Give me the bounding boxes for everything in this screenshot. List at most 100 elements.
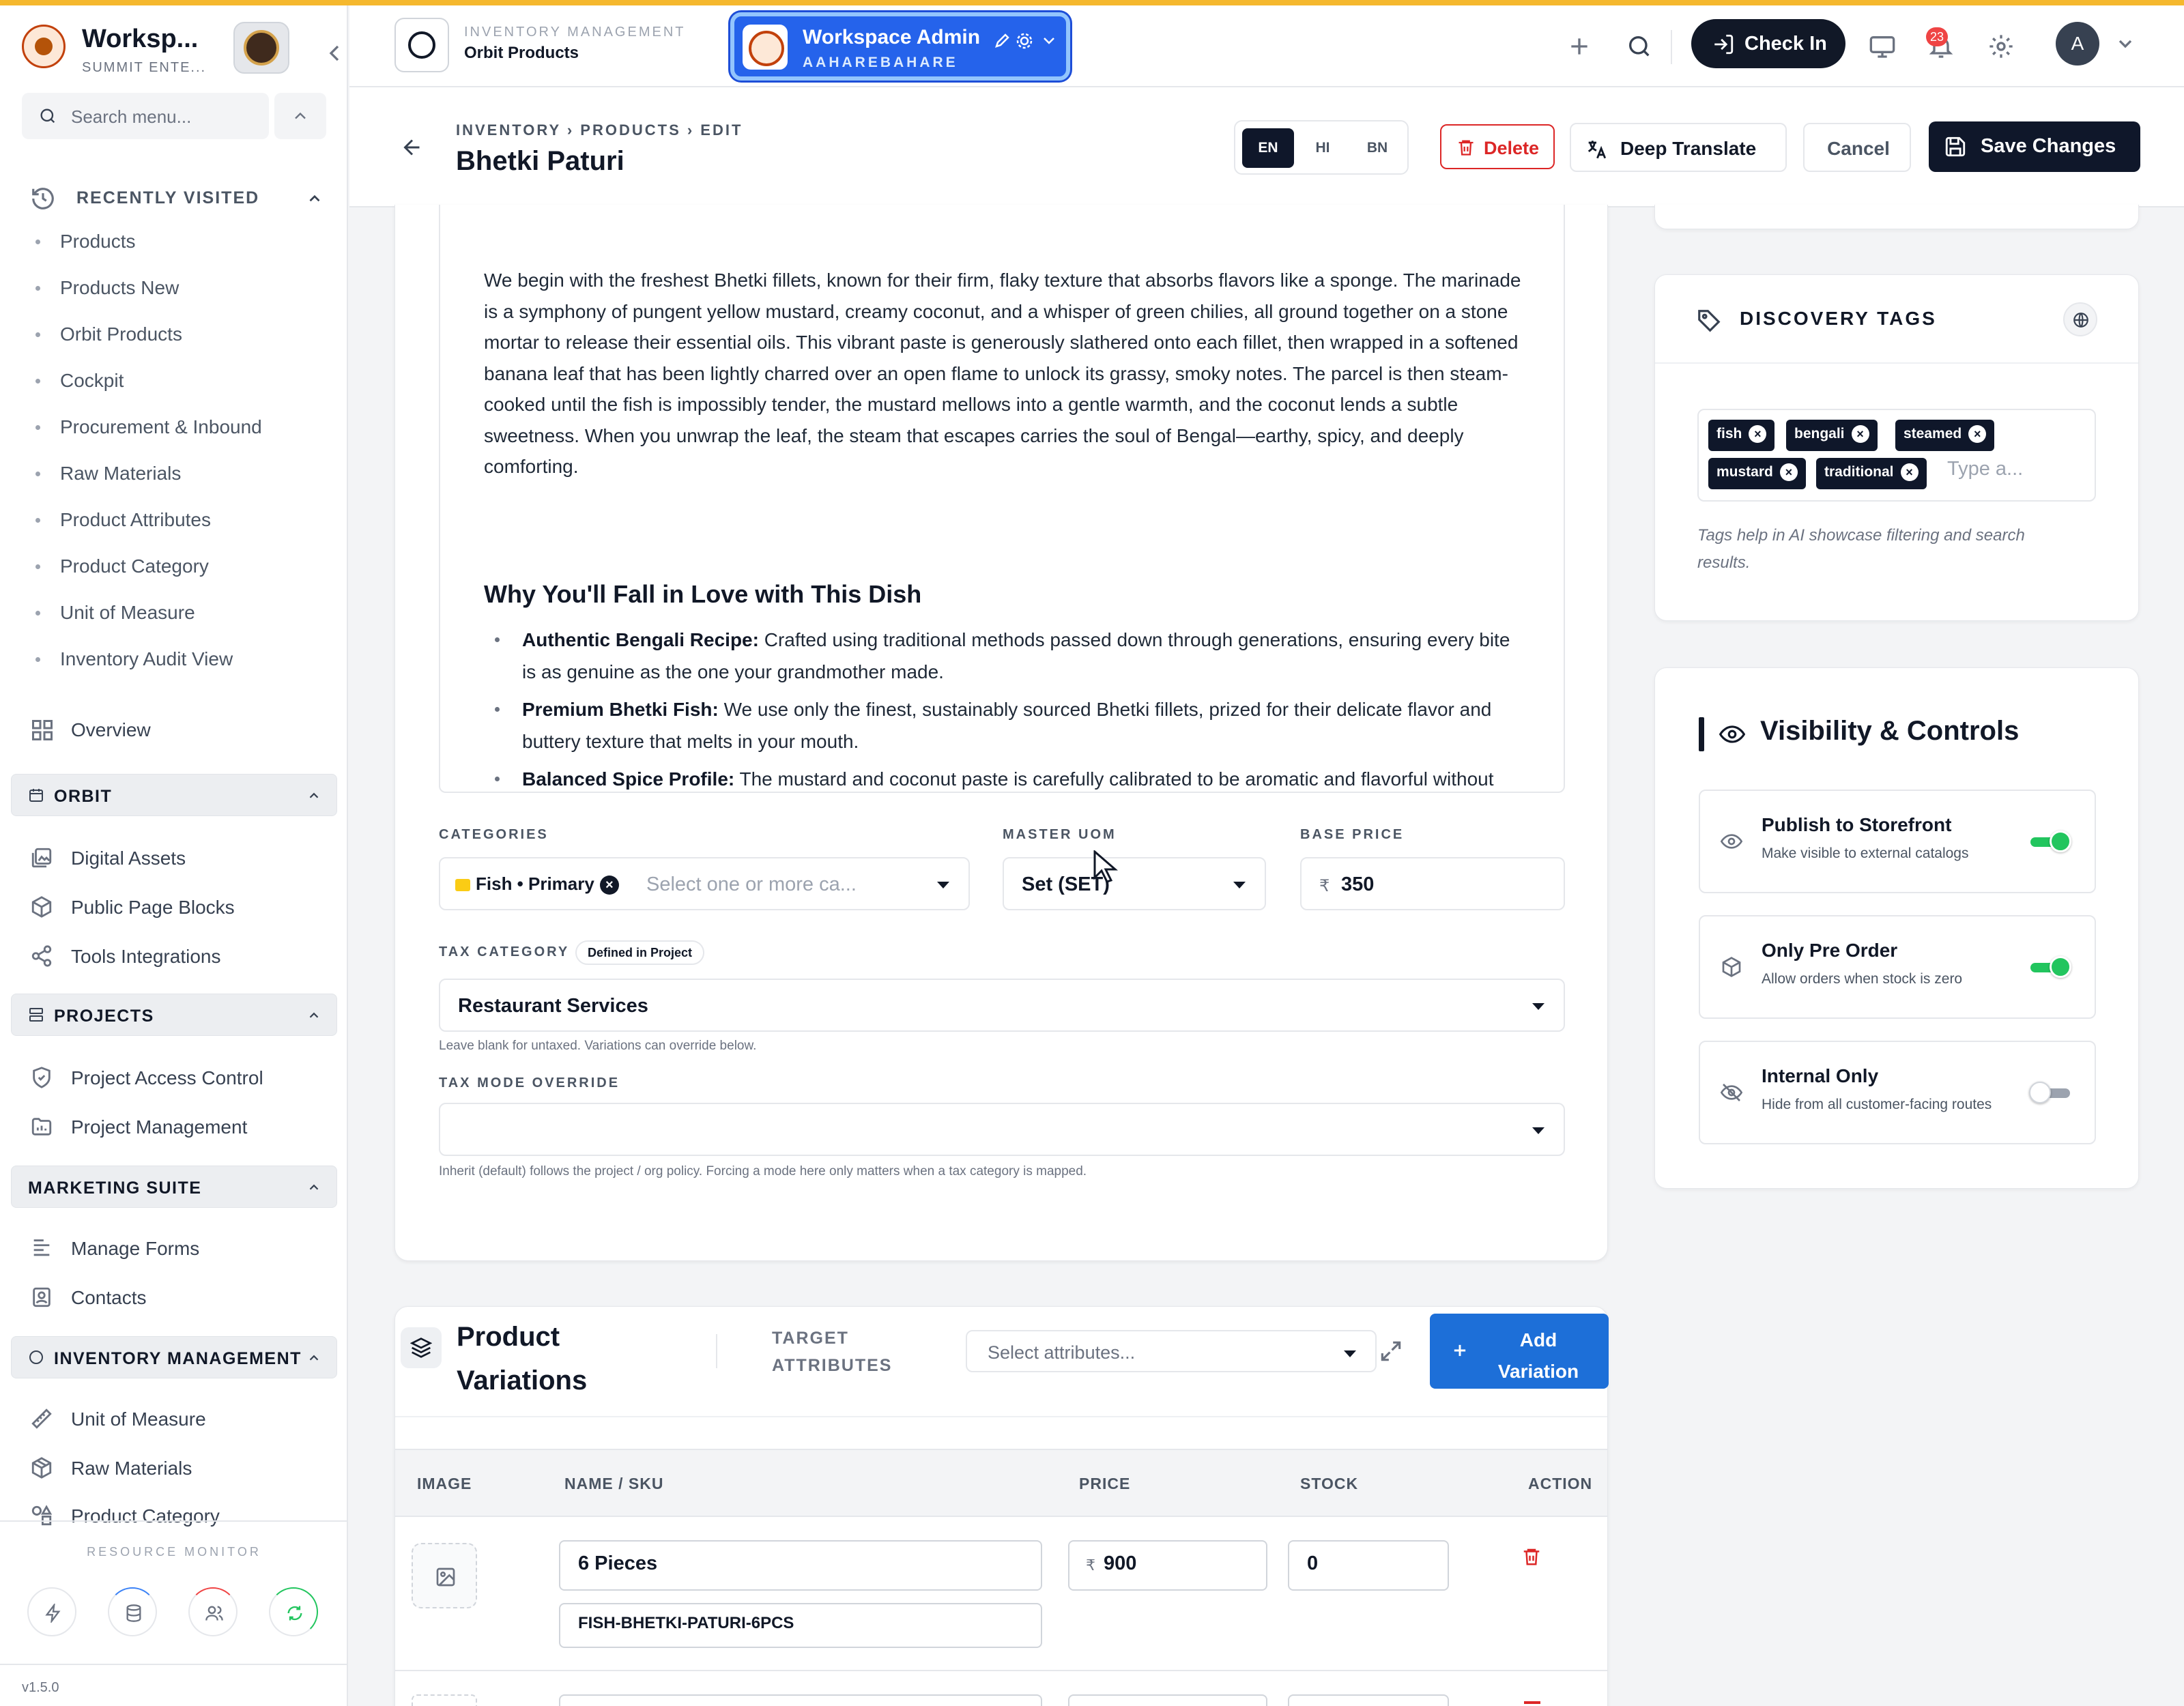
cpu-monitor[interactable]: [27, 1587, 76, 1636]
pre-order-row: Only Pre Order Allow orders when stock i…: [1699, 915, 2096, 1019]
search-icon: [40, 109, 55, 124]
internal-only-toggle[interactable]: [2029, 1082, 2070, 1103]
menu-collapse-button[interactable]: [274, 93, 326, 139]
delete-variation-button[interactable]: [1521, 1546, 1542, 1567]
variation-price-input[interactable]: [1068, 1694, 1267, 1706]
sidebar-item-manage-forms[interactable]: Manage Forms: [30, 1234, 330, 1264]
back-button[interactable]: [400, 135, 425, 160]
publish-storefront-toggle[interactable]: [2030, 830, 2071, 852]
variation-name-input[interactable]: 6 Pieces: [559, 1540, 1042, 1591]
recent-item-cockpit[interactable]: Cockpit: [35, 370, 124, 392]
recent-item-orbit-products[interactable]: Orbit Products: [35, 323, 182, 345]
sidebar-item-inv-unit-of-measure[interactable]: Unit of Measure: [30, 1404, 330, 1434]
categories-select[interactable]: Fish • Primary × Select one or more ca...: [439, 857, 970, 910]
user-menu-button[interactable]: [2109, 27, 2147, 66]
section-projects[interactable]: PROJECTS: [11, 994, 337, 1036]
master-uom-select[interactable]: Set (SET): [1003, 857, 1266, 910]
variation-stock-input[interactable]: 0: [1288, 1540, 1449, 1591]
trash-icon[interactable]: [1524, 1701, 1540, 1706]
caret-down-icon: [1532, 1003, 1544, 1010]
variation-stock-input[interactable]: [1288, 1694, 1449, 1706]
section-inventory-management[interactable]: INVENTORY MANAGEMENT: [11, 1336, 337, 1378]
variation-price-input[interactable]: ₹ 900: [1068, 1540, 1267, 1591]
variation-image-upload[interactable]: [412, 1543, 477, 1608]
section-marketing-suite[interactable]: MARKETING SUITE: [11, 1166, 337, 1208]
bullet-item: Authentic Bengali Recipe: Crafted using …: [484, 624, 1528, 688]
save-changes-button[interactable]: Save Changes: [1929, 121, 2140, 172]
workspace-avatar[interactable]: [233, 22, 289, 74]
sidebar-item-inv-raw-materials[interactable]: Raw Materials: [30, 1454, 330, 1484]
tag-chip[interactable]: traditional ×: [1816, 458, 1927, 489]
module-icon[interactable]: [394, 18, 449, 72]
users-monitor[interactable]: [188, 1587, 238, 1636]
base-price-input[interactable]: ₹ 350: [1300, 857, 1565, 910]
menu-search-input[interactable]: Search menu...: [22, 93, 269, 139]
shield-check-icon: [33, 1067, 51, 1088]
deep-translate-button[interactable]: Deep Translate: [1570, 123, 1787, 172]
search-button[interactable]: [1620, 27, 1658, 66]
settings-button[interactable]: [1982, 27, 2020, 66]
language-hi-button[interactable]: HI: [1297, 128, 1349, 168]
recent-item-product-category[interactable]: Product Category: [35, 555, 209, 577]
tag-chip[interactable]: bengali ×: [1786, 420, 1878, 451]
recent-item-products-new[interactable]: Products New: [35, 277, 179, 299]
delete-button[interactable]: Delete: [1440, 124, 1555, 169]
eye-icon: [1719, 725, 1745, 743]
variation-image-upload[interactable]: [412, 1694, 477, 1706]
tax-mode-select[interactable]: [439, 1103, 1565, 1156]
master-uom-label: MASTER UOM: [1003, 827, 1117, 842]
recent-item-procurement[interactable]: Procurement & Inbound: [35, 416, 262, 438]
language-en-button[interactable]: EN: [1242, 128, 1294, 168]
description-editor[interactable]: We begin with the freshest Bhetki fillet…: [439, 205, 1565, 793]
sidebar-item-project-access-control[interactable]: Project Access Control: [30, 1063, 330, 1093]
recently-visited-header[interactable]: RECENTLY VISITED: [30, 182, 324, 216]
divider: [1655, 362, 2138, 364]
divider: [716, 1334, 717, 1368]
workspace-switcher[interactable]: Workspace Admin AAHAREBAHARE: [730, 12, 1070, 81]
tag-chip[interactable]: fish ×: [1708, 420, 1775, 451]
storage-monitor[interactable]: [108, 1587, 157, 1636]
sidebar-item-public-page-blocks[interactable]: Public Page Blocks: [30, 893, 330, 923]
categories-label: CATEGORIES: [439, 827, 549, 842]
attributes-select[interactable]: Select attributes...: [966, 1330, 1377, 1372]
tag-chip[interactable]: steamed ×: [1895, 420, 1995, 451]
variation-name-input[interactable]: [559, 1694, 1042, 1706]
sidebar-item-overview[interactable]: Overview: [30, 715, 330, 745]
tag-chip[interactable]: mustard ×: [1708, 458, 1806, 489]
collapse-sidebar-button[interactable]: [321, 40, 347, 67]
sidebar-item-inv-product-category[interactable]: Product Category: [30, 1501, 330, 1531]
pre-order-toggle[interactable]: [2030, 956, 2071, 978]
visibility-controls-card: Visibility & Controls Publish to Storefr…: [1654, 667, 2139, 1189]
remove-tag-icon: ×: [1779, 463, 1798, 482]
variation-sku-input[interactable]: FISH-BHETKI-PATURI-6PCS: [559, 1603, 1042, 1648]
recent-item-product-attributes[interactable]: Product Attributes: [35, 509, 211, 531]
image-icon: [436, 1567, 455, 1587]
check-in-button[interactable]: Check In: [1691, 19, 1845, 68]
sidebar-item-digital-assets[interactable]: Digital Assets: [30, 843, 330, 873]
recent-item-products[interactable]: Products: [35, 231, 136, 252]
language-bn-button[interactable]: BN: [1351, 128, 1403, 168]
page-title: Bhetki Paturi: [456, 146, 624, 176]
user-avatar[interactable]: A: [2056, 22, 2099, 66]
cancel-button[interactable]: Cancel: [1803, 123, 1911, 172]
recent-item-inventory-audit[interactable]: Inventory Audit View: [35, 648, 233, 670]
category-chip[interactable]: Fish • Primary ×: [455, 873, 619, 895]
tax-category-select[interactable]: Restaurant Services: [439, 979, 1565, 1032]
form-icon: [33, 1239, 50, 1256]
recent-item-unit-of-measure[interactable]: Unit of Measure: [35, 602, 195, 624]
accent-bar: [1699, 717, 1704, 751]
section-orbit[interactable]: ORBIT: [11, 774, 337, 816]
tags-input[interactable]: fish × bengali × steamed × mustard × traditi…: [1697, 409, 2096, 502]
expand-button[interactable]: [1378, 1338, 1404, 1364]
top-bar: INVENTORY MANAGEMENT Orbit Products Work…: [349, 5, 2184, 87]
product-variations-card: Product Variations TARGET ATTRIBUTES Sel…: [394, 1306, 1609, 1706]
recent-item-raw-materials[interactable]: Raw Materials: [35, 463, 181, 485]
monitor-button[interactable]: [1863, 27, 1901, 66]
add-variation-button[interactable]: Add Variation: [1430, 1314, 1609, 1389]
translate-tags-button[interactable]: [2063, 302, 2097, 336]
sync-monitor[interactable]: [269, 1587, 318, 1636]
sidebar-item-contacts[interactable]: Contacts: [30, 1283, 330, 1313]
sidebar-item-tools-integrations[interactable]: Tools Integrations: [30, 942, 330, 972]
sidebar-item-project-management[interactable]: Project Management: [30, 1112, 330, 1142]
add-button[interactable]: [1560, 27, 1598, 66]
